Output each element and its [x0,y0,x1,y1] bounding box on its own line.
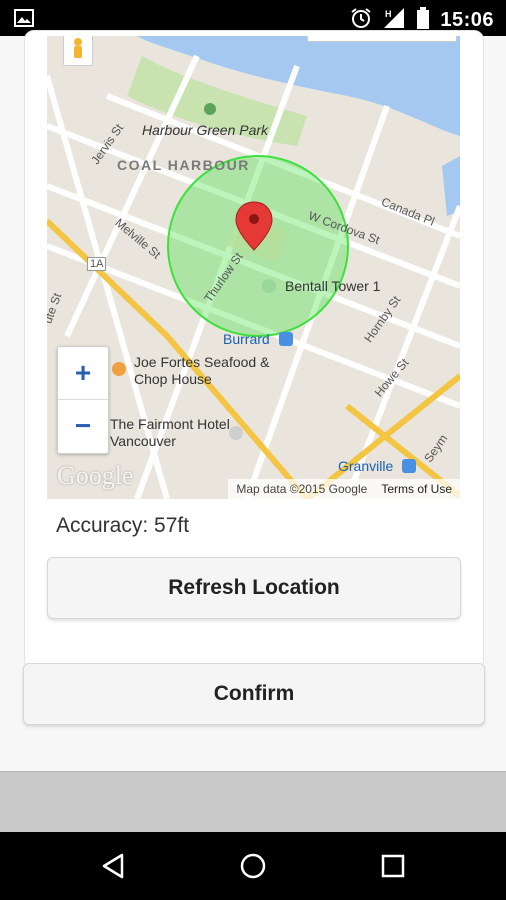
clock: 15:06 [440,9,494,31]
street-view-pegman-icon[interactable] [63,36,93,66]
highway-shield: 1A [87,257,107,271]
map-label-hotel: The Fairmont Hotel Vancouver [110,416,230,449]
navigation-bar [0,832,506,900]
map-label-district: COAL HARBOUR [117,157,250,173]
map-view[interactable]: Harbour Green Park COAL HARBOUR Bentall … [47,36,460,499]
map-label-restaurant: Joe Fortes Seafood & Chop House [134,354,270,387]
map-data-credit: Map data ©2015 Google [236,482,368,496]
map-label-burrard: Burrard [223,331,270,347]
accuracy-text: Accuracy: 57ft [56,514,190,537]
zoom-out-button[interactable]: − [58,400,108,452]
map-label-granville: Granville [338,458,394,474]
map-label-park: Harbour Green Park [142,122,269,138]
map-attribution: Map data ©2015 Google Terms of Use [228,479,460,499]
recents-icon[interactable] [373,849,413,883]
refresh-location-button[interactable]: Refresh Location [47,557,461,619]
svg-text:H: H [385,9,392,19]
image-icon [14,9,34,32]
confirm-button[interactable]: Confirm [23,663,485,725]
bottom-gray-bar [0,771,506,833]
map-top-control[interactable] [307,36,457,42]
home-icon[interactable] [233,849,273,883]
zoom-controls: + − [57,346,109,454]
map-label-tower: Bentall Tower 1 [285,278,381,294]
back-icon[interactable] [93,849,133,883]
google-logo: Google [57,461,134,490]
zoom-in-button[interactable]: + [58,347,108,400]
terms-of-use-link[interactable]: Terms of Use [381,482,452,496]
